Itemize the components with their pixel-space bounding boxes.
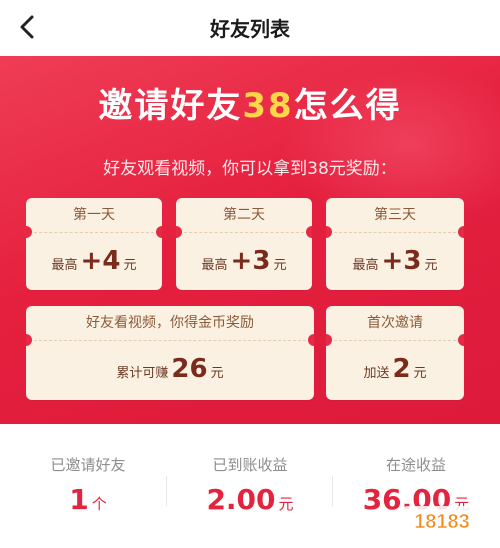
- watermark-text: 18183: [414, 511, 470, 533]
- ticket-title: 好友看视频，你得金币奖励: [86, 315, 254, 331]
- reward-ticket-day2: 第二天 最高 +3 元: [176, 198, 312, 290]
- headline-text-end: 怎么得: [293, 86, 402, 126]
- ticket-amount: +4: [80, 246, 121, 276]
- stat-value: 1个: [8, 483, 168, 516]
- headline-amount: 38: [242, 86, 294, 126]
- ticket-unit: 元: [123, 258, 137, 273]
- ticket-amount: 26: [171, 354, 208, 384]
- ticket-reward: 最高 +3 元: [326, 246, 464, 276]
- stat-invited-friends[interactable]: 已邀请好友 1个: [8, 436, 168, 516]
- ticket-unit: 元: [413, 366, 427, 381]
- ticket-title: 第三天: [374, 207, 416, 223]
- ticket-amount: +3: [230, 246, 271, 276]
- page-title: 好友列表: [210, 17, 290, 41]
- ticket-title: 第一天: [73, 207, 115, 223]
- ticket-unit: 元: [424, 258, 438, 273]
- ticket-unit: 元: [273, 258, 287, 273]
- ticket-reward: 累计可赚 26 元: [26, 354, 314, 384]
- banner-headline: 邀请好友38怎么得: [0, 78, 500, 127]
- watermark-logo: 18183: [392, 500, 492, 540]
- ticket-reward: 最高 +3 元: [176, 246, 312, 276]
- ticket-unit: 元: [210, 366, 224, 381]
- top-bar: 好友列表: [0, 0, 500, 56]
- ticket-title: 第二天: [223, 207, 265, 223]
- ticket-prefix: 最高: [51, 258, 78, 273]
- ticket-prefix: 最高: [352, 258, 379, 273]
- reward-ticket-coins: 好友看视频，你得金币奖励 累计可赚 26 元: [26, 306, 314, 400]
- reward-ticket-day3: 第三天 最高 +3 元: [326, 198, 464, 290]
- stat-divider: [332, 476, 333, 506]
- stat-divider: [166, 476, 167, 506]
- stat-number: 2.00: [206, 483, 276, 516]
- ticket-prefix: 最高: [201, 258, 228, 273]
- ticket-prefix: 累计可赚: [116, 366, 169, 381]
- ticket-amount: +3: [381, 246, 422, 276]
- stat-label: 已到账收益: [212, 456, 288, 474]
- banner-subline: 好友观看视频，你可以拿到38元奖励：: [103, 159, 397, 179]
- ticket-amount: 2: [392, 354, 411, 384]
- ticket-prefix: 加送: [363, 366, 390, 381]
- stat-value: 2.00 元: [170, 483, 330, 516]
- stat-label: 已邀请好友: [50, 456, 126, 474]
- stat-unit: 元: [278, 495, 294, 513]
- invite-banner: 邀请好友38怎么得 好友观看视频，你可以拿到38元奖励： 第一天 最高 +4 元 第…: [0, 56, 500, 424]
- reward-ticket-first-invite: 首次邀请 加送 2 元: [326, 306, 464, 400]
- stat-label: 在途收益: [385, 456, 446, 474]
- stat-unit: 个: [91, 495, 107, 513]
- reward-ticket-day1: 第一天 最高 +4 元: [26, 198, 162, 290]
- ticket-reward: 最高 +4 元: [26, 246, 162, 276]
- ticket-title: 首次邀请: [367, 315, 423, 331]
- ticket-reward: 加送 2 元: [326, 354, 464, 384]
- stat-number: 1: [69, 483, 89, 516]
- stat-received-earnings[interactable]: 已到账收益 2.00 元: [170, 436, 330, 516]
- headline-text-start: 邀请好友: [98, 86, 243, 126]
